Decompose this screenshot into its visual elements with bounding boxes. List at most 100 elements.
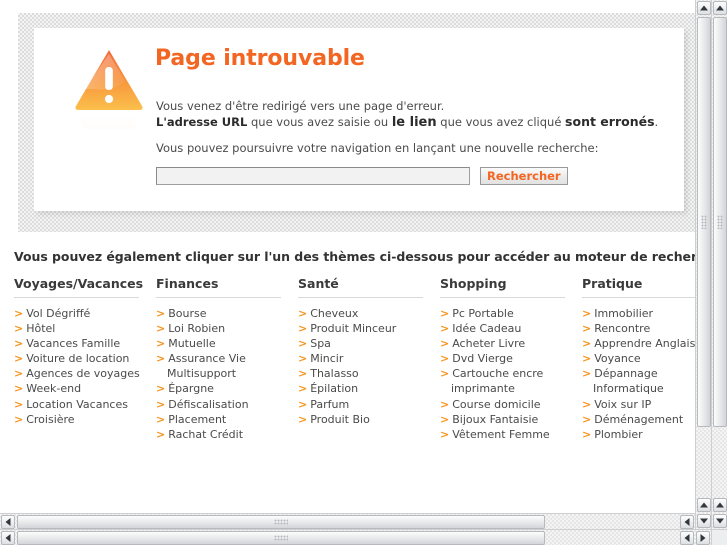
vertical-scrollbar-thumb[interactable] — [697, 17, 711, 427]
list-item[interactable]: > Cartouche encre imprimante — [440, 366, 583, 396]
link-label: Dvd Vierge — [452, 352, 513, 366]
horizontal-scrollbar-thumb[interactable] — [17, 515, 545, 529]
list-item[interactable]: > Acheter Livre — [440, 336, 583, 351]
link-label: Assurance Vie Multisupport — [167, 352, 246, 381]
link-label: Week-end — [26, 382, 82, 396]
scroll-right-icon — [700, 534, 706, 542]
list-item[interactable]: > Mutuelle — [156, 336, 299, 351]
list-item[interactable]: > Cheveux — [298, 306, 441, 321]
outer-scroll-right-button[interactable] — [696, 531, 710, 545]
list-item[interactable]: > Vêtement Femme — [440, 427, 583, 442]
list-item[interactable]: > Spa — [298, 336, 441, 351]
list-item[interactable]: > Agences de voyages — [14, 366, 157, 381]
list-item[interactable]: > Croisière — [14, 412, 157, 427]
list-item[interactable]: > Produit Bio — [298, 412, 441, 427]
chevron-right-icon: > — [298, 412, 308, 426]
list-item[interactable]: > Parfum — [298, 397, 441, 412]
link-label: Déménagement — [594, 412, 684, 426]
chevron-right-icon: > — [582, 352, 592, 366]
column-links: > Cheveux > Produit Minceur > Spa > Mincir >… — [298, 306, 439, 427]
scrollbar-corner — [711, 529, 727, 545]
theme-columns: Voyages/Vacances > Vol Dégriffé > Hôtel > V… — [14, 276, 707, 442]
list-item[interactable]: > Déménagement — [582, 412, 711, 427]
link-label: Idée Cadeau — [452, 322, 522, 336]
list-item[interactable]: > Produit Minceur — [298, 321, 441, 336]
link-label: Épilation — [310, 382, 359, 396]
list-item[interactable]: > Immobilier — [582, 306, 711, 321]
list-item[interactable]: > Placement — [156, 412, 299, 427]
list-item[interactable]: > Dvd Vierge — [440, 351, 583, 366]
chevron-right-icon: > — [582, 397, 592, 411]
list-item[interactable]: > Week-end — [14, 381, 157, 396]
error-wrong-emphasis: sont erronés — [565, 114, 655, 129]
list-item[interactable]: > Bourse — [156, 306, 299, 321]
vertical-scrollbar[interactable] — [695, 0, 711, 529]
outer-horizontal-scrollbar-thumb[interactable] — [17, 531, 545, 545]
outer-scroll-up-button-end[interactable] — [713, 498, 727, 512]
scroll-left-button-end[interactable] — [680, 515, 694, 529]
horizontal-scrollbar[interactable] — [0, 513, 711, 529]
chevron-right-icon: > — [582, 412, 592, 426]
error-panel-frame: Page introuvable Vous venez d'être redir… — [18, 13, 697, 232]
outer-horizontal-scrollbar[interactable] — [0, 529, 711, 545]
scroll-up-button-end[interactable] — [697, 498, 711, 512]
chevron-right-icon: > — [156, 352, 166, 366]
search-button[interactable]: Rechercher — [480, 167, 568, 185]
search-row: Rechercher — [156, 167, 568, 185]
outer-vertical-scrollbar[interactable] — [711, 0, 727, 529]
list-item[interactable]: > Plombier — [582, 427, 711, 442]
outer-vertical-scrollbar-thumb[interactable] — [713, 17, 727, 427]
list-item[interactable]: > Vol Dégriffé — [14, 306, 157, 321]
search-input[interactable] — [156, 167, 470, 185]
list-item[interactable]: > Assurance Vie Multisupport — [156, 351, 299, 381]
list-item[interactable]: > Voyance — [582, 351, 711, 366]
scroll-down-button[interactable] — [697, 514, 711, 528]
list-item[interactable]: > Voiture de location — [14, 351, 157, 366]
link-label: Loi Robien — [168, 322, 226, 336]
column-links: > Immobilier > Rencontre > Apprendre Anglai… — [582, 306, 711, 442]
list-item[interactable]: > Mincir — [298, 351, 441, 366]
list-item[interactable]: > Épilation — [298, 381, 441, 396]
list-item[interactable]: > Loi Robien — [156, 321, 299, 336]
list-item[interactable]: > Défiscalisation — [156, 397, 299, 412]
list-item[interactable]: > Épargne — [156, 381, 299, 396]
list-item[interactable]: > Pc Portable — [440, 306, 583, 321]
list-item[interactable]: > Course domicile — [440, 397, 583, 412]
outer-scroll-left-button[interactable] — [1, 531, 15, 545]
outer-scroll-up-button[interactable] — [713, 1, 727, 15]
list-item[interactable]: > Bijoux Fantaisie — [440, 412, 583, 427]
scroll-up-button[interactable] — [697, 1, 711, 15]
outer-scroll-left-button-end[interactable] — [680, 531, 694, 545]
link-label: Vol Dégriffé — [26, 307, 91, 320]
link-label: Placement — [168, 412, 227, 426]
scrollbar-grip-icon — [274, 519, 288, 525]
chevron-right-icon: > — [298, 307, 308, 320]
list-item[interactable]: > Thalasso — [298, 366, 441, 381]
list-item[interactable]: > Rachat Crédit — [156, 427, 299, 442]
scroll-left-icon — [5, 518, 11, 526]
list-item[interactable]: > Voix sur IP — [582, 397, 711, 412]
list-item[interactable]: > Apprendre Anglais — [582, 336, 711, 351]
scrollbar-grip-icon — [717, 215, 723, 229]
error-link-emphasis: le lien — [391, 115, 437, 130]
link-label: Défiscalisation — [168, 397, 249, 411]
error-message-period: . — [654, 115, 659, 129]
list-item[interactable]: > Rencontre — [582, 321, 711, 336]
link-label: Acheter Livre — [452, 337, 526, 351]
error-message: Vous venez d'être redirigé vers une page… — [156, 99, 666, 130]
link-label: Voix sur IP — [594, 397, 652, 411]
list-item[interactable]: > Vacances Famille — [14, 336, 157, 351]
scroll-left-button[interactable] — [1, 515, 15, 529]
page-viewport: Page introuvable Vous venez d'être redir… — [0, 0, 711, 529]
link-label: Immobilier — [594, 307, 654, 320]
list-item[interactable]: > Hôtel — [14, 321, 157, 336]
chevron-right-icon: > — [440, 412, 450, 426]
scrollbar-grip-icon — [701, 215, 707, 229]
chevron-right-icon: > — [298, 322, 308, 336]
list-item[interactable]: > Location Vacances — [14, 397, 157, 412]
list-item[interactable]: > Dépannage Informatique — [582, 366, 711, 396]
theme-column-shopping: Shopping > Pc Portable > Idée Cadeau > Ache… — [440, 276, 581, 442]
outer-scroll-down-button[interactable] — [713, 514, 727, 528]
column-title: Santé — [298, 276, 423, 298]
list-item[interactable]: > Idée Cadeau — [440, 321, 583, 336]
